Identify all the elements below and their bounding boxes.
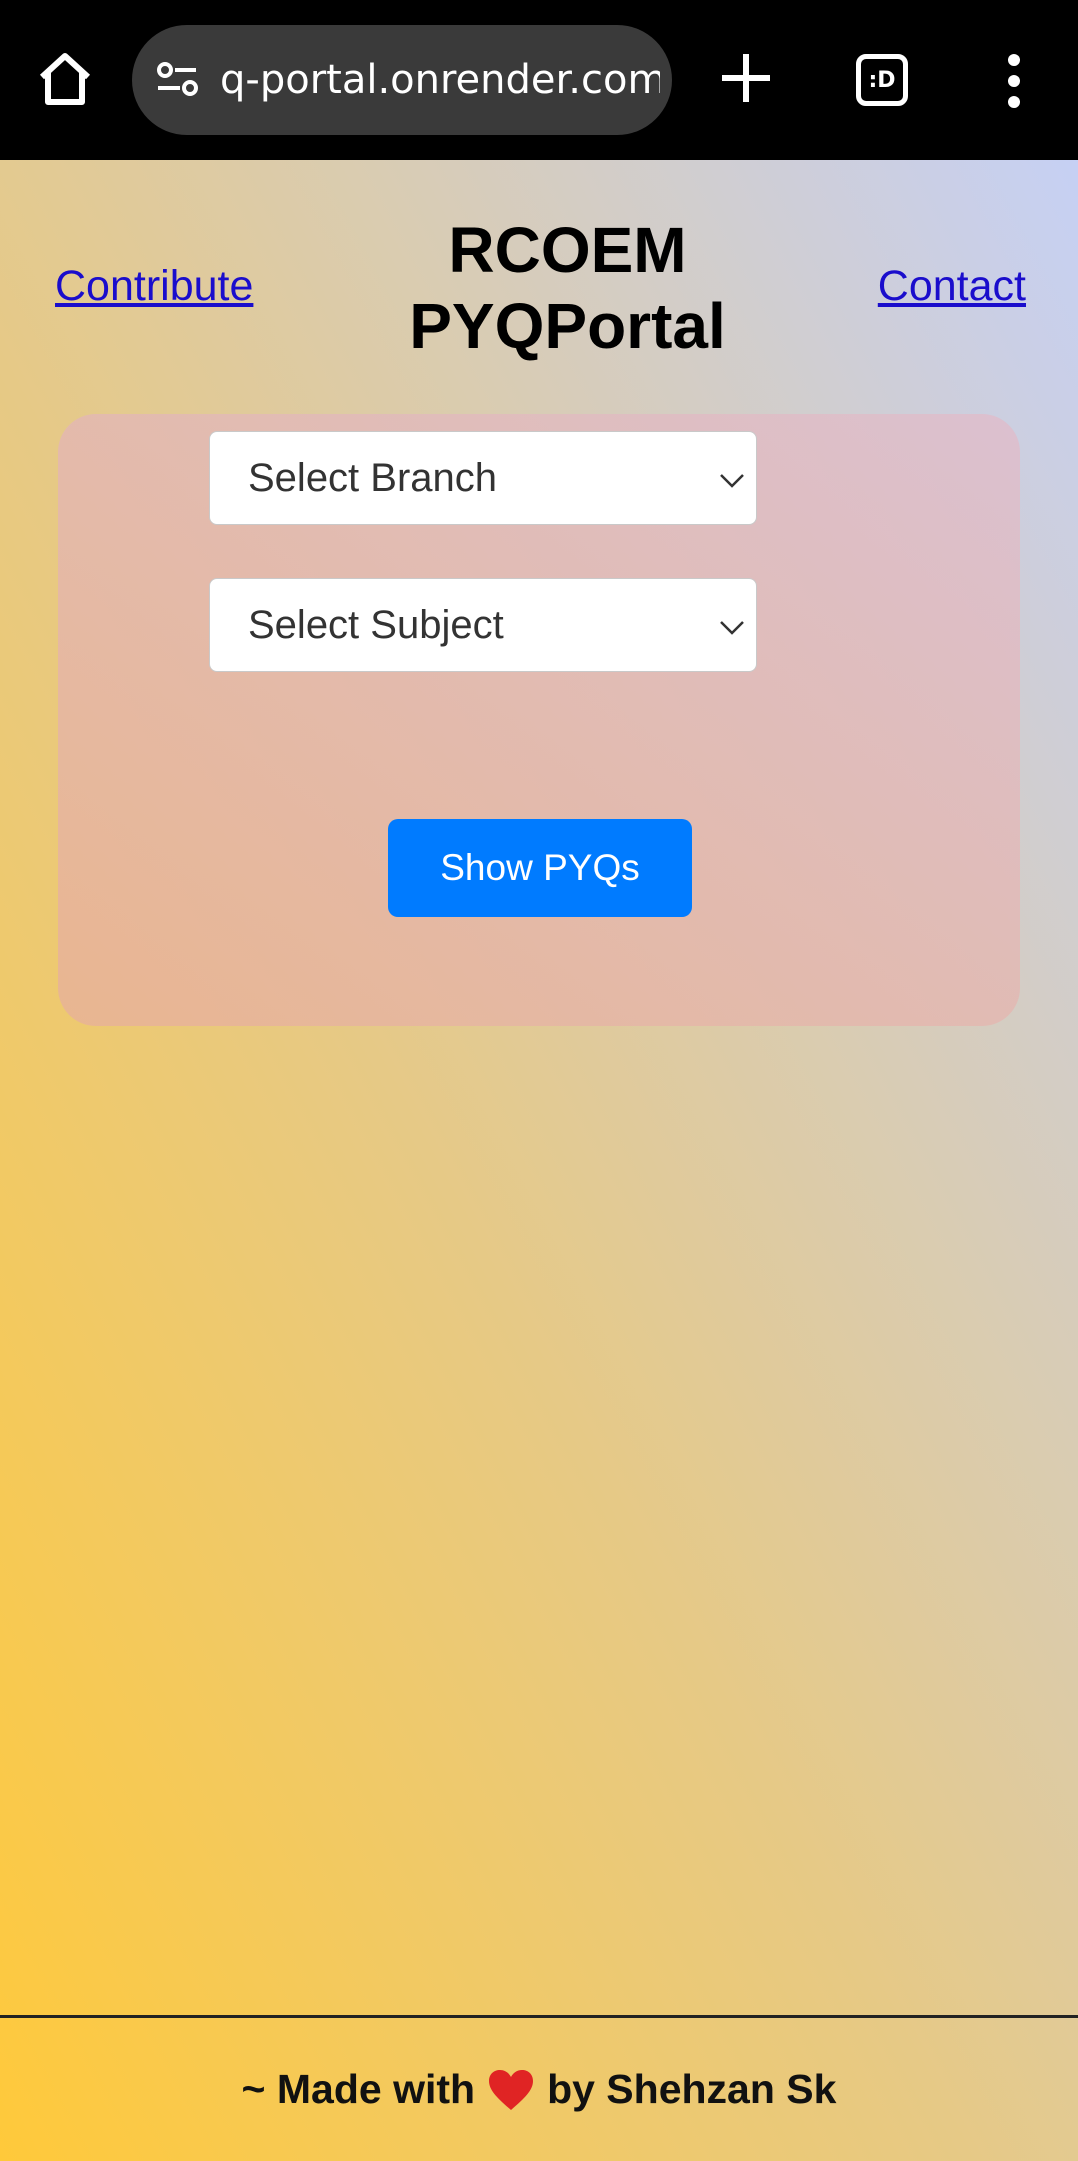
show-pyqs-button[interactable]: Show PYQs [388, 819, 692, 917]
chevron-down-icon [720, 474, 744, 488]
contact-link[interactable]: Contact [878, 262, 1026, 311]
site-settings-icon[interactable] [154, 56, 202, 104]
contribute-link[interactable]: Contribute [55, 262, 253, 311]
tab-switcher-button[interactable]: :D [856, 54, 908, 106]
more-vert-icon[interactable] [1000, 52, 1028, 110]
tab-count: :D [868, 67, 896, 93]
branch-select-value: Select Branch [248, 455, 498, 500]
footer-suffix: by Shehzan Sk [547, 2066, 837, 2112]
address-bar[interactable]: q-portal.onrender.com [132, 25, 672, 135]
home-icon[interactable] [36, 50, 94, 108]
title-line-1: RCOEM [448, 214, 687, 286]
branch-select[interactable]: Select Branch [209, 431, 757, 525]
heart-icon [489, 2069, 534, 2110]
plus-icon[interactable] [718, 50, 774, 106]
url-text[interactable]: q-portal.onrender.com [220, 57, 660, 103]
subject-select[interactable]: Select Subject [209, 578, 757, 672]
browser-toolbar: q-portal.onrender.com :D [0, 0, 1078, 160]
page-body: Contribute RCOEM PYQPortal Contact Selec… [0, 160, 1078, 2161]
title-line-2: PYQPortal [409, 290, 726, 362]
footer: ~ Made with by Shehzan Sk [0, 2018, 1078, 2161]
chevron-down-icon [720, 621, 744, 635]
page-title: RCOEM PYQPortal [370, 212, 765, 364]
footer-prefix: ~ Made with [241, 2066, 476, 2112]
subject-select-value: Select Subject [248, 602, 504, 647]
